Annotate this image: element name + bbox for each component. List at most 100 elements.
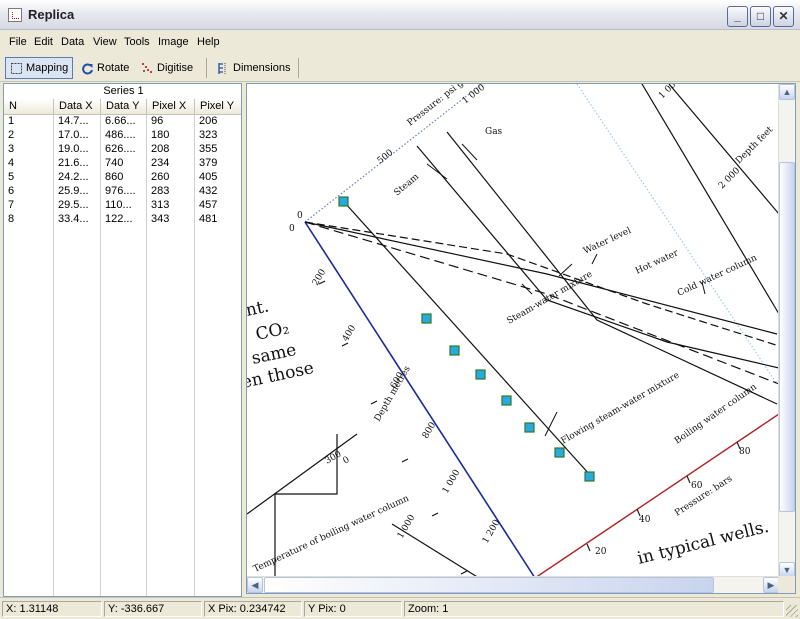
steam-label: Steam bbox=[393, 172, 422, 199]
cell-pixel-x[interactable]: 260 bbox=[147, 171, 195, 185]
menu-edit[interactable]: Edit bbox=[34, 36, 53, 48]
data-table-panel: Series 1 N Data X Data Y Pixel X Pixel Y… bbox=[3, 83, 242, 597]
image-canvas[interactable]: Pressure: psi gauge 1 000 500 0 0 Gas St… bbox=[246, 83, 796, 594]
table-row[interactable]: 4 21.6... 740 234 379 bbox=[4, 157, 241, 171]
cell-data-y[interactable]: 860 bbox=[101, 171, 147, 185]
header-pixel-x[interactable]: Pixel X bbox=[147, 99, 195, 115]
cold-water-label: Cold water column bbox=[676, 253, 759, 299]
dimensions-button[interactable]: Dimensions bbox=[212, 57, 295, 79]
resize-grip-icon[interactable] bbox=[786, 605, 798, 617]
maximize-button[interactable]: □ bbox=[750, 6, 771, 27]
cell-pixel-y[interactable]: 379 bbox=[195, 157, 241, 171]
digitised-point[interactable] bbox=[338, 196, 349, 207]
cell-data-x[interactable]: 25.9... bbox=[54, 185, 101, 199]
cell-data-x[interactable]: 29.5... bbox=[54, 199, 101, 213]
table-row[interactable]: 6 25.9... 976.... 283 432 bbox=[4, 185, 241, 199]
menu-help[interactable]: Help bbox=[197, 36, 220, 48]
cell-pixel-x[interactable]: 283 bbox=[147, 185, 195, 199]
table-row[interactable]: 5 24.2... 860 260 405 bbox=[4, 171, 241, 185]
scroll-left-icon[interactable]: ◀ bbox=[247, 577, 263, 593]
cell-data-x[interactable]: 17.0... bbox=[54, 129, 101, 143]
scanned-chart-image[interactable]: Pressure: psi gauge 1 000 500 0 0 Gas St… bbox=[247, 84, 779, 578]
status-ypix: Y Pix: 0 bbox=[304, 601, 402, 617]
digitised-point[interactable] bbox=[501, 395, 512, 406]
menu-data[interactable]: Data bbox=[61, 36, 84, 48]
header-n[interactable]: N bbox=[4, 99, 54, 115]
menu-file[interactable]: File bbox=[9, 36, 27, 48]
mapping-button[interactable]: Mapping bbox=[5, 57, 73, 79]
cell-pixel-y[interactable]: 457 bbox=[195, 199, 241, 213]
cell-data-x[interactable]: 21.6... bbox=[54, 157, 101, 171]
scroll-up-icon[interactable]: ▲ bbox=[779, 84, 795, 100]
digitised-point[interactable] bbox=[421, 313, 432, 324]
close-button[interactable]: ✕ bbox=[773, 6, 794, 27]
cell-data-y[interactable]: 976.... bbox=[101, 185, 147, 199]
menu-view[interactable]: View bbox=[93, 36, 117, 48]
digitised-point[interactable] bbox=[584, 471, 595, 482]
cell-n[interactable]: 4 bbox=[4, 157, 54, 171]
cell-pixel-x[interactable]: 313 bbox=[147, 199, 195, 213]
cell-pixel-y[interactable]: 481 bbox=[195, 213, 241, 227]
toolbar: Mapping Rotate Digitise Dimensions bbox=[0, 54, 800, 82]
header-data-y[interactable]: Data Y bbox=[101, 99, 147, 115]
scroll-right-icon[interactable]: ▶ bbox=[763, 577, 779, 593]
rotate-button[interactable]: Rotate bbox=[76, 57, 134, 79]
table-row[interactable]: 7 29.5... 110... 313 457 bbox=[4, 199, 241, 213]
cell-pixel-x[interactable]: 208 bbox=[147, 143, 195, 157]
cell-data-x[interactable]: 19.0... bbox=[54, 143, 101, 157]
table-header: N Data X Data Y Pixel X Pixel Y bbox=[4, 99, 241, 115]
menu-tools[interactable]: Tools bbox=[124, 36, 150, 48]
digitise-button[interactable]: Digitise bbox=[136, 57, 198, 79]
horizontal-scrollbar[interactable]: ◀ ▶ bbox=[247, 576, 779, 593]
cell-pixel-x[interactable]: 343 bbox=[147, 213, 195, 227]
table-row[interactable]: 2 17.0... 486.... 180 323 bbox=[4, 129, 241, 143]
cell-pixel-x[interactable]: 96 bbox=[147, 115, 195, 129]
metres-400-label: 400 bbox=[341, 323, 358, 343]
cell-data-y[interactable]: 740 bbox=[101, 157, 147, 171]
table-body: 1 14.7... 6.66... 96 206 2 17.0... 486..… bbox=[4, 115, 241, 596]
pressure-bars-label: Pressure: bars bbox=[673, 474, 734, 519]
vertical-scrollbar[interactable]: ▲ ▼ bbox=[778, 84, 795, 578]
cell-data-y[interactable]: 626.... bbox=[101, 143, 147, 157]
cell-pixel-x[interactable]: 234 bbox=[147, 157, 195, 171]
cell-pixel-y[interactable]: 355 bbox=[195, 143, 241, 157]
cell-data-y[interactable]: 110... bbox=[101, 199, 147, 213]
rotate-label: Rotate bbox=[97, 62, 130, 74]
cell-pixel-y[interactable]: 206 bbox=[195, 115, 241, 129]
vertical-scroll-thumb[interactable] bbox=[779, 162, 795, 512]
cell-pixel-y[interactable]: 405 bbox=[195, 171, 241, 185]
table-row[interactable]: 3 19.0... 626.... 208 355 bbox=[4, 143, 241, 157]
digitised-point[interactable] bbox=[449, 345, 460, 356]
digitised-point[interactable] bbox=[554, 447, 565, 458]
table-row[interactable]: 8 33.4... 122... 343 481 bbox=[4, 213, 241, 227]
cell-data-y[interactable]: 122... bbox=[101, 213, 147, 227]
cell-data-y[interactable]: 6.66... bbox=[101, 115, 147, 129]
temp-0-label: 0 bbox=[342, 455, 352, 467]
cell-n[interactable]: 2 bbox=[4, 129, 54, 143]
menu-image[interactable]: Image bbox=[158, 36, 189, 48]
cell-pixel-y[interactable]: 432 bbox=[195, 185, 241, 199]
cell-n[interactable]: 8 bbox=[4, 213, 54, 227]
cell-pixel-y[interactable]: 323 bbox=[195, 129, 241, 143]
cell-n[interactable]: 7 bbox=[4, 199, 54, 213]
depth-feet-edge bbox=[668, 84, 779, 215]
digitised-point[interactable] bbox=[524, 422, 535, 433]
cell-n[interactable]: 3 bbox=[4, 143, 54, 157]
cell-n[interactable]: 5 bbox=[4, 171, 54, 185]
table-row[interactable]: 1 14.7... 6.66... 96 206 bbox=[4, 115, 241, 129]
minimize-button[interactable]: _ bbox=[727, 6, 748, 27]
cell-data-y[interactable]: 486.... bbox=[101, 129, 147, 143]
header-data-x[interactable]: Data X bbox=[54, 99, 101, 115]
cell-data-x[interactable]: 14.7... bbox=[54, 115, 101, 129]
pressure-psi-axis bbox=[304, 84, 483, 223]
horizontal-scroll-thumb[interactable] bbox=[264, 577, 714, 593]
digitised-point[interactable] bbox=[475, 369, 486, 380]
cell-data-x[interactable]: 24.2... bbox=[54, 171, 101, 185]
cell-n[interactable]: 1 bbox=[4, 115, 54, 129]
header-pixel-y[interactable]: Pixel Y bbox=[195, 99, 241, 115]
cell-n[interactable]: 6 bbox=[4, 185, 54, 199]
flowing-label: Flowing steam-water mixture bbox=[560, 371, 682, 447]
cell-data-x[interactable]: 33.4... bbox=[54, 213, 101, 227]
cell-pixel-x[interactable]: 180 bbox=[147, 129, 195, 143]
status-xpix: X Pix: 0.234742 bbox=[204, 601, 302, 617]
